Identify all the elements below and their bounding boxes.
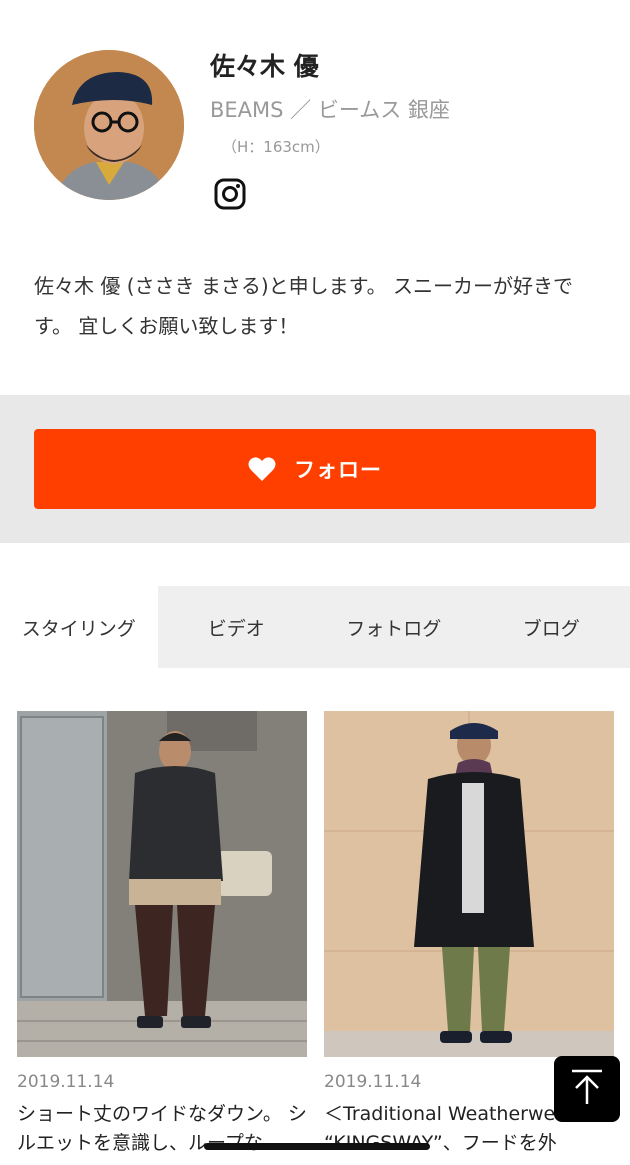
profile-header: 佐々木 優 BEAMS ／ ビームス 銀座 （H：163cm） 佐々木 優 (さ… [0, 0, 630, 395]
scroll-top-button[interactable] [554, 1056, 620, 1122]
avatar[interactable] [34, 50, 184, 200]
post-caption[interactable]: ショート丈のワイドなダウン。 シルエットを意識し、ループな [17, 1100, 317, 1164]
post-photo[interactable] [324, 711, 614, 1057]
post-date: 2019.11.14 [17, 1072, 115, 1092]
post-photo[interactable] [17, 711, 307, 1057]
home-indicator [204, 1143, 430, 1150]
profile-bio: 佐々木 優 (ささき まさる)と申します。 スニーカーが好きです。 宜しくお願い… [34, 274, 574, 338]
profile-shop[interactable]: BEAMS ／ ビームス 銀座 [210, 94, 450, 124]
follow-label: フォロー [294, 458, 382, 482]
tab-blog[interactable]: ブログ [473, 586, 630, 668]
follow-section: フォロー [0, 395, 630, 543]
follow-button[interactable]: フォロー [34, 429, 596, 509]
profile-height: （H：163cm） [222, 138, 330, 156]
profile-name: 佐々木 優 [210, 52, 319, 81]
post-card[interactable]: 2019.11.14 ショート丈のワイドなダウン。 シルエットを意識し、ループな [17, 711, 307, 1164]
content-tabs: スタイリング ビデオ フォトログ ブログ [0, 586, 630, 668]
heart-icon [248, 456, 276, 482]
tab-styling[interactable]: スタイリング [0, 586, 158, 668]
tab-photolog[interactable]: フォトログ [315, 586, 473, 668]
instagram-icon[interactable] [214, 178, 246, 210]
tab-video[interactable]: ビデオ [158, 586, 316, 668]
arrow-up-icon [570, 1068, 604, 1110]
